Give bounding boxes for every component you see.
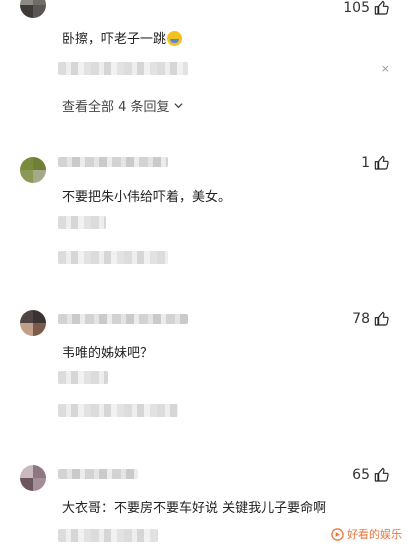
chevron-down-icon: [173, 103, 183, 109]
username-obscured: [58, 469, 138, 479]
comment-text: 大衣哥：不要房不要车好说 关键我儿子要命啊: [62, 501, 327, 516]
like-button[interactable]: 78: [352, 311, 390, 327]
comment-item: 78 韦唯的姊妹吧？: [0, 300, 408, 440]
close-icon[interactable]: ×: [381, 62, 390, 75]
comment-text: 不要把朱小伟给吓着，美女。: [62, 190, 232, 205]
comment-item: 1 不要把朱小伟给吓着，美女。: [0, 150, 408, 280]
obscured-reply-content: [58, 529, 158, 542]
avatar[interactable]: [20, 157, 46, 183]
comment-text: 韦唯的姊妹吧？: [62, 346, 154, 361]
view-all-replies-link[interactable]: 查看全部 4 条回复: [62, 96, 184, 115]
thumbs-up-icon: [374, 467, 390, 483]
username-obscured: [58, 314, 188, 324]
avatar[interactable]: [20, 465, 46, 491]
username-obscured: [58, 157, 168, 167]
watermark: 好看的娱乐: [331, 526, 402, 542]
avatar[interactable]: [20, 0, 46, 18]
crying-laughing-emoji-icon: [167, 31, 183, 46]
obscured-reply-content: [58, 404, 178, 417]
comment-item: 105 卧擦，吓老子一跳 × 查看全部 4 条回复: [0, 0, 408, 120]
obscured-reply-content: [58, 251, 168, 264]
like-button[interactable]: 65: [352, 467, 390, 483]
like-count: 78: [352, 311, 370, 327]
obscured-reply-content: [58, 216, 106, 229]
thumbs-up-icon: [374, 0, 390, 16]
comment-text: 卧擦，吓老子一跳: [62, 28, 183, 47]
obscured-reply-content: [58, 62, 188, 75]
like-count: 1: [361, 155, 370, 171]
obscured-reply-content: [58, 371, 108, 384]
like-button[interactable]: 1: [361, 155, 390, 171]
avatar[interactable]: [20, 310, 46, 336]
like-count: 105: [343, 0, 370, 16]
thumbs-up-icon: [374, 311, 390, 327]
watermark-logo-icon: [331, 527, 344, 541]
like-count: 65: [352, 467, 370, 483]
like-button[interactable]: 105: [343, 0, 390, 16]
thumbs-up-icon: [374, 155, 390, 171]
